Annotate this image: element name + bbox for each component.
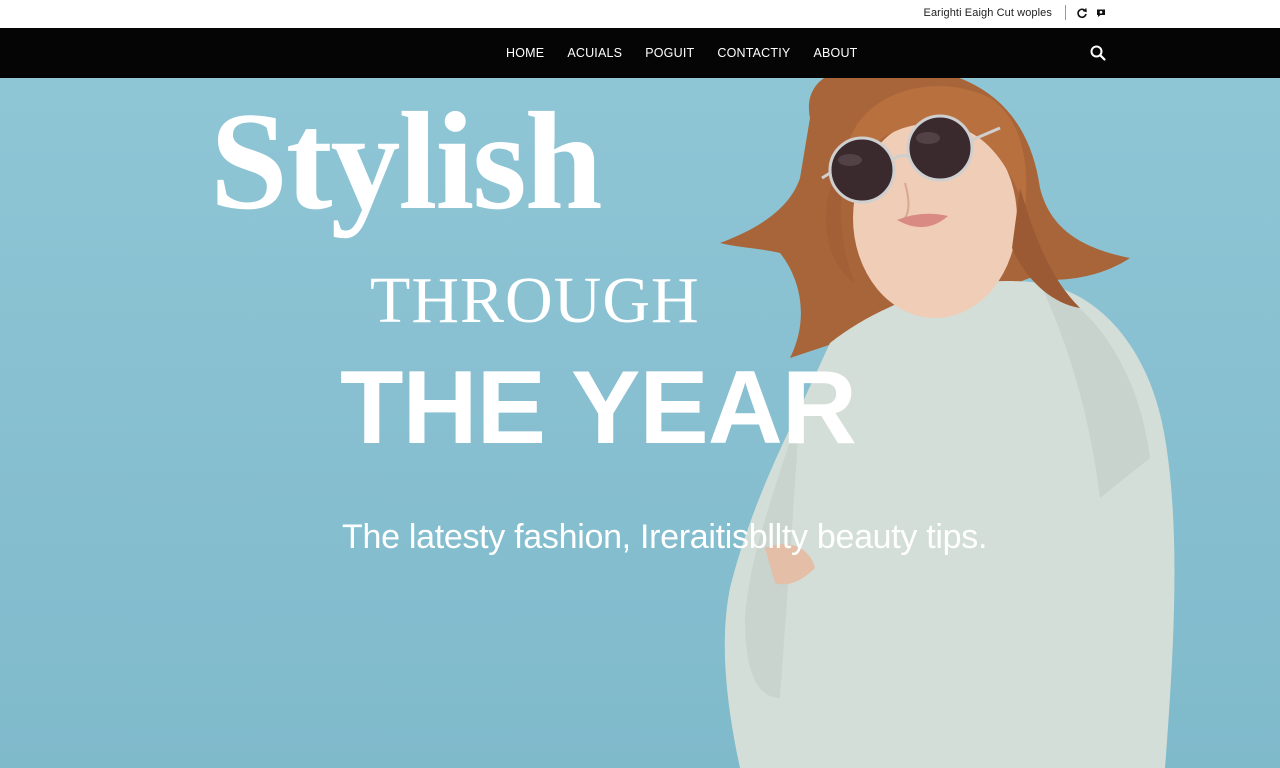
main-nav: HOME ACUIALS POGUIT CONTACTIY ABOUT [0,28,1280,78]
hero-headline-through: THROUGH [370,264,700,337]
hero-headline-the-year: THE YEAR [340,350,857,466]
chat-icon[interactable] [1094,6,1108,20]
nav-links: HOME ACUIALS POGUIT CONTACTIY ABOUT [506,28,881,78]
hero-banner: Stylish THROUGH THE YEAR The latesty fas… [0,78,1280,768]
nav-link-contact[interactable]: CONTACTIY [717,46,790,60]
nav-link-home[interactable]: HOME [506,46,544,60]
nav-link-poguit[interactable]: POGUIT [645,46,694,60]
utility-bar: Earighti Eaigh Cut woples [0,0,1280,28]
nav-link-about[interactable]: ABOUT [813,46,857,60]
hero-tagline: The latesty fashion, Ireraitisbllty beau… [342,518,988,556]
utility-text[interactable]: Earighti Eaigh Cut woples [924,7,1052,19]
refresh-icon[interactable] [1075,6,1089,20]
search-icon[interactable] [1089,44,1107,62]
nav-link-acuials[interactable]: ACUIALS [567,46,622,60]
hero-headline-stylish: Stylish [210,84,603,239]
utility-divider [1065,5,1066,20]
